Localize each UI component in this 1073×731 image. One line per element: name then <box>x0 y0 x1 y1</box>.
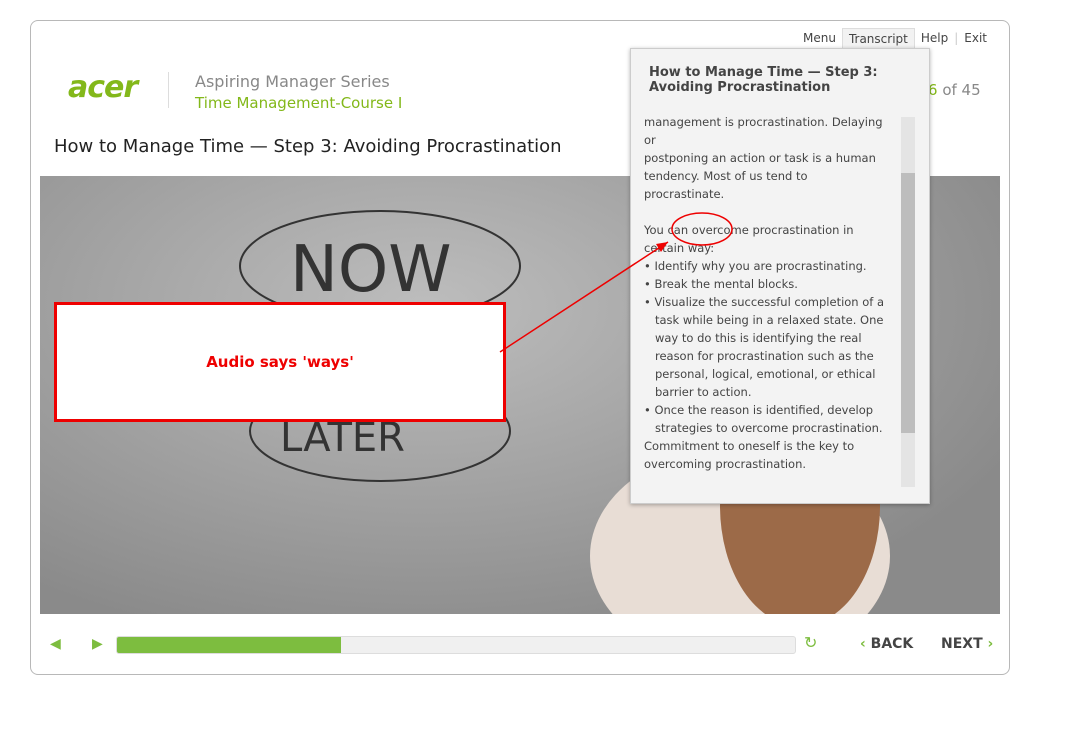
progress-fill <box>117 637 341 653</box>
progress-bar[interactable] <box>116 636 796 654</box>
next-button[interactable]: NEXT › <box>941 636 993 652</box>
back-label: BACK <box>870 636 914 652</box>
play-icon[interactable]: ▶ <box>92 636 103 652</box>
volume-icon[interactable]: ◀︎ <box>50 636 61 652</box>
next-label: NEXT <box>941 636 983 652</box>
back-button[interactable]: ‹ BACK <box>860 636 913 652</box>
annotation-arrow <box>499 212 733 353</box>
replay-icon[interactable]: ↻ <box>804 633 817 652</box>
